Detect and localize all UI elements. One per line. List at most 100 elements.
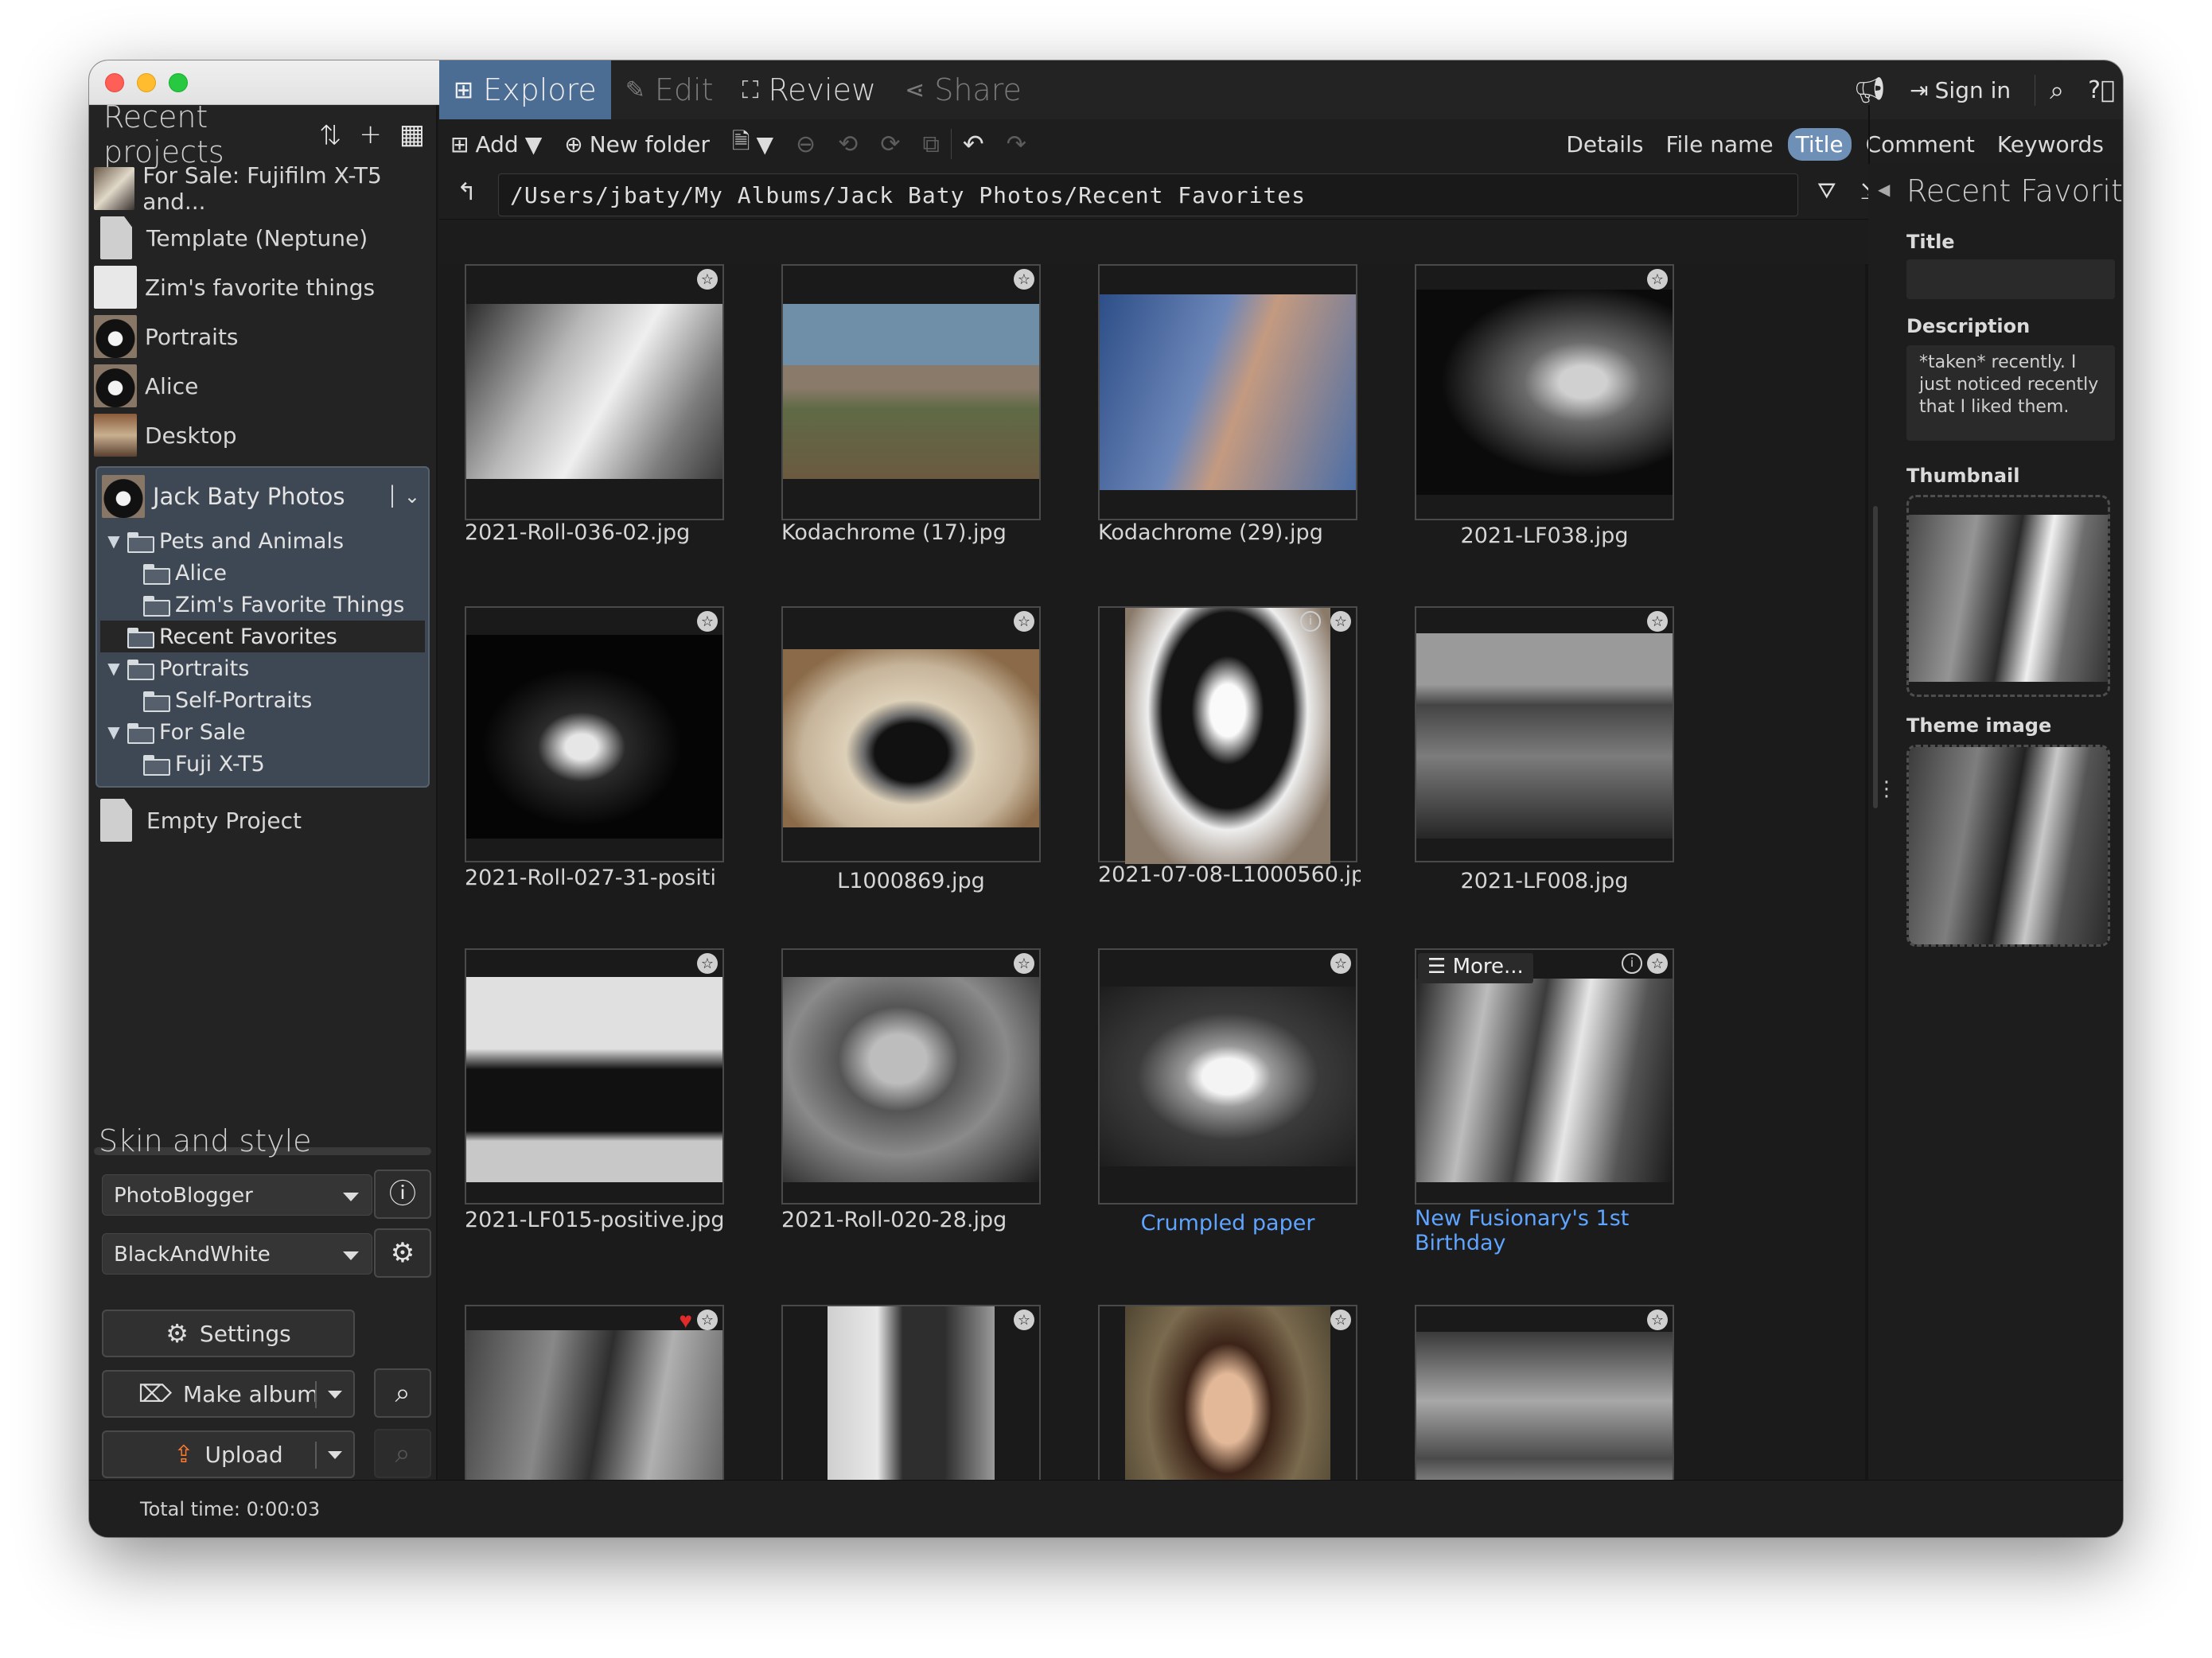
expand-caret-icon[interactable]: ▼ (105, 659, 123, 678)
add-project-icon[interactable]: + (359, 119, 382, 150)
vertical-scrollbar[interactable] (1873, 506, 1878, 808)
star-rating-icon[interactable]: ☆ (1647, 269, 1668, 290)
folder-title: Recent Favorites (1906, 173, 2123, 208)
up-folder-icon[interactable]: ↰ (457, 178, 477, 206)
star-rating-icon[interactable]: ☆ (1647, 953, 1668, 974)
make-album-label: Make album (183, 1380, 319, 1407)
description-field[interactable]: *taken* recently. I just noticed recentl… (1906, 345, 2115, 441)
rotate-right-icon[interactable]: ⟳ (869, 130, 911, 158)
dropdown-arrow-icon[interactable] (328, 1451, 342, 1459)
search-icon[interactable]: ⌕ (2035, 74, 2064, 106)
info-icon[interactable]: i (1622, 953, 1642, 974)
sort-icon[interactable]: ⇅ (319, 119, 342, 150)
thumbnail-title-link[interactable]: New Fusionary's 1st Birthday (1415, 1206, 1677, 1255)
upload-button[interactable]: ⇪ Upload (102, 1430, 355, 1478)
project-item[interactable]: Alice (89, 361, 436, 411)
style-select[interactable]: BlackAndWhite (102, 1233, 372, 1275)
sign-in-button[interactable]: ⇥ Sign in (1910, 77, 2011, 103)
heart-favorite-icon[interactable]: ♥ (679, 1308, 692, 1333)
title-input[interactable] (1906, 259, 2115, 299)
sort-file-name[interactable]: File name (1657, 128, 1781, 161)
collapse-panel-icon[interactable]: ◀ (1878, 180, 1890, 200)
add-button[interactable]: ⊞ Add ▼ (439, 131, 553, 158)
folder-thumbnail-drop[interactable] (1906, 495, 2110, 697)
dropdown-arrow-icon[interactable] (328, 1391, 342, 1399)
project-item[interactable]: Empty Project (89, 796, 436, 845)
more-menu-button[interactable]: ☰ More... (1418, 953, 1533, 983)
tree-item-self-portraits[interactable]: Self-Portraits (97, 684, 428, 716)
star-rating-icon[interactable]: ☆ (1014, 611, 1034, 632)
skin-select[interactable]: PhotoBlogger (102, 1174, 372, 1216)
grid-view-icon[interactable]: ▦ (399, 119, 425, 150)
expand-caret-icon[interactable]: ▼ (105, 531, 123, 551)
project-item[interactable]: Template (Neptune) (89, 213, 436, 263)
add-label: Add (475, 130, 519, 158)
thumbnail-grid: ☆ 2021-Roll-036-02.jpg ☆ Kodachrome (17)… (439, 264, 1868, 1480)
skin-info-button[interactable]: ⓘ (374, 1170, 431, 1219)
preview-button[interactable]: ⌕ (374, 1368, 431, 1418)
star-rating-icon[interactable]: ☆ (1330, 1310, 1351, 1330)
thumbnail-title-link[interactable]: Crumpled paper (1098, 1211, 1357, 1236)
filter-icon[interactable]: ⛛ (1817, 178, 1836, 204)
explore-toolbar: ⊞ Add ▼ ⊕ New folder 🗎︎ ▼ ⊖ ⟲ ⟳ ⧉ ↶ ↷ Detail… (439, 119, 2123, 169)
tab-review[interactable]: ⛶ Review (727, 60, 890, 119)
new-page-icon: 🗎︎ (731, 128, 750, 154)
help-icon[interactable]: ?⃝ (2088, 76, 2115, 104)
settings-button[interactable]: ⚙ Settings (102, 1310, 355, 1357)
folder-icon (143, 755, 170, 776)
info-icon[interactable]: i (1300, 611, 1321, 632)
star-rating-icon[interactable]: ☆ (697, 611, 718, 632)
star-rating-icon[interactable]: ☆ (697, 953, 718, 974)
tree-item-fuji-x-t5[interactable]: Fuji X-T5 (97, 748, 428, 780)
tab-explore[interactable]: ⊞ Explore (439, 60, 611, 119)
star-rating-icon[interactable]: ☆ (1014, 953, 1034, 974)
sort-keywords[interactable]: Keywords (1989, 128, 2112, 161)
project-item[interactable]: Zim's favorite things (89, 263, 436, 312)
expand-caret-icon[interactable]: ▼ (105, 722, 123, 741)
announcement-icon[interactable]: 📢︎ (1854, 75, 1887, 105)
star-rating-icon[interactable]: ☆ (1330, 611, 1351, 632)
sort-details[interactable]: Details (1558, 128, 1651, 161)
star-rating-icon[interactable]: ☆ (1330, 953, 1351, 974)
project-item[interactable]: Portraits (89, 312, 436, 361)
new-folder-button[interactable]: ⊕ New folder (553, 131, 721, 158)
new-folder-icon: ⊕ (564, 130, 583, 158)
star-rating-icon[interactable]: ☆ (1647, 1310, 1668, 1330)
project-label: Portraits (145, 323, 239, 350)
project-menu-chevron-icon[interactable]: │ ⌄ (387, 485, 420, 508)
star-rating-icon[interactable]: ☆ (697, 1310, 718, 1330)
star-rating-icon[interactable]: ☆ (697, 269, 718, 290)
tab-share[interactable]: ⋖ Share (890, 60, 1036, 119)
path-field[interactable]: /Users/jbaty/My Albums/Jack Baty Photos/… (498, 173, 1798, 216)
new-item-menu-button[interactable]: 🗎︎ ▼ (721, 125, 785, 163)
tree-item-recent-favorites[interactable]: Recent Favorites (100, 621, 425, 652)
tree-item-portraits[interactable]: ▼ Portraits (97, 652, 428, 684)
upload-label: Upload (204, 1441, 283, 1468)
project-item[interactable]: For Sale: Fujifilm X-T5 and... (89, 162, 436, 215)
redo-icon[interactable]: ↷ (995, 130, 1038, 158)
tree-item-for-sale[interactable]: ▼ For Sale (97, 716, 428, 748)
remove-icon[interactable]: ⊖ (785, 130, 827, 158)
view-online-button[interactable]: ⌕ (374, 1429, 431, 1478)
sort-comment[interactable]: Comment (1858, 128, 1983, 161)
sort-title[interactable]: Title (1787, 127, 1852, 161)
copy-icon[interactable]: ⧉ (911, 130, 950, 158)
skin-settings-button[interactable]: ⚙ (374, 1228, 431, 1278)
make-album-button[interactable]: ⌦ Make album (102, 1370, 355, 1418)
star-rating-icon[interactable]: ☆ (1647, 611, 1668, 632)
tree-item-pets-and-animals[interactable]: ▼ Pets and Animals (97, 525, 428, 557)
star-rating-icon[interactable]: ☆ (1014, 269, 1034, 290)
rotate-left-icon[interactable]: ⟲ (827, 130, 869, 158)
add-image-icon: ⊞ (450, 130, 469, 158)
thumbnail-image (1416, 1332, 1673, 1480)
project-item[interactable]: Desktop (89, 411, 436, 460)
project-thumbnail (94, 315, 137, 358)
tree-item-zims-favorite-things[interactable]: Zim's Favorite Things (97, 589, 428, 621)
undo-icon[interactable]: ↶ (950, 129, 995, 159)
current-project[interactable]: Jack Baty Photos │ ⌄ (97, 468, 428, 525)
tree-item-alice[interactable]: Alice (97, 557, 428, 589)
tab-edit[interactable]: ✎ Edit (611, 60, 728, 119)
panel-resize-handle-icon[interactable]: ⋮ (1876, 776, 1897, 801)
star-rating-icon[interactable]: ☆ (1014, 1310, 1034, 1330)
theme-image-drop[interactable] (1906, 745, 2110, 947)
